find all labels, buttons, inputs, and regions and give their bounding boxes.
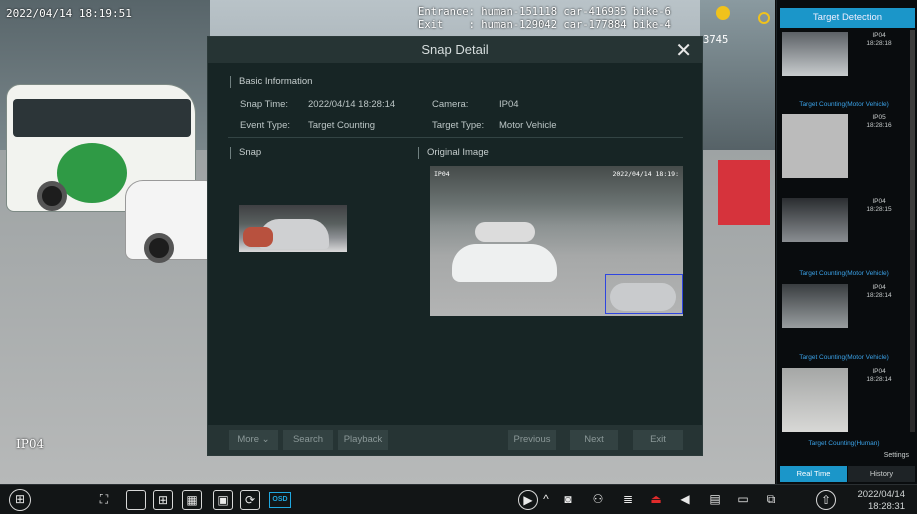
basic-info-heading: Basic Information xyxy=(230,76,312,88)
upload-icon[interactable]: ⇧ xyxy=(816,490,836,510)
list-icon[interactable]: ≣ xyxy=(618,490,638,510)
start-menu-icon[interactable]: ⊞ xyxy=(9,489,31,511)
previous-button[interactable]: Previous xyxy=(508,430,556,450)
play-icon[interactable]: ▶ xyxy=(518,490,538,510)
search-button[interactable]: Search xyxy=(283,430,333,450)
camera-record-icon[interactable]: ◙ xyxy=(558,490,578,510)
chevron-down-icon: ⌄ xyxy=(261,434,270,445)
megaphone-icon[interactable]: ◀ xyxy=(675,490,695,510)
snap-time-label: Snap Time: xyxy=(240,99,289,110)
snap-time-value: 2022/04/14 18:28:14 xyxy=(308,99,396,110)
target-type-label: Target Type: xyxy=(432,120,485,131)
target-type-value: Motor Vehicle xyxy=(499,120,557,131)
dialog-title: Snap Detail xyxy=(421,42,489,57)
snap-meta: IP04 18:28:15 xyxy=(866,198,892,213)
four-screen-icon[interactable]: ⊞ xyxy=(153,490,173,510)
scrollbar[interactable] xyxy=(910,30,915,432)
target-detection-panel: Target Detection IP04 18:28:18 Target Cou… xyxy=(776,0,917,484)
exit-button[interactable]: Exit xyxy=(633,430,683,450)
snap-thumbnail xyxy=(782,32,848,76)
camera-value: IP04 xyxy=(499,99,519,110)
snap-caption: Target Counting(Motor Vehicle) xyxy=(799,354,889,361)
camera-name: IP04 xyxy=(16,437,45,451)
nine-screen-icon[interactable]: ▦ xyxy=(182,490,202,510)
snap-card[interactable]: IP04 18:28:18 Target Counting(Motor Vehic… xyxy=(780,30,908,110)
fullscreen-icon[interactable]: ⛶ xyxy=(94,490,114,510)
feed-timestamp: 2022/04/14 18:19:51 xyxy=(6,7,132,20)
osd-button[interactable]: OSD xyxy=(269,492,291,508)
counting-overlay: Entrance: human-151118 car-416935 bike-6… xyxy=(418,6,671,32)
snap-meta: IP04 18:28:14 xyxy=(866,368,892,383)
car xyxy=(475,222,535,242)
snap-card[interactable]: IP05 18:28:16 xyxy=(780,112,908,192)
snap-heading: Snap xyxy=(230,147,261,159)
target-bounding-box xyxy=(605,274,683,314)
custom-layout-icon[interactable]: ▣ xyxy=(213,490,233,510)
white-car xyxy=(452,244,557,282)
snap-card[interactable]: IP04 18:28:15 Target Counting(Motor Vehic… xyxy=(780,196,908,280)
single-screen-icon[interactable] xyxy=(126,490,146,510)
bottom-toolbar: ⊞ ⛶ ⊞ ▦ ▣ ⟳ OSD ▶ ^ ◙ ⚇ ≣ ⏏ ◀ ▤ ▭ ⧉ ⇧ 20… xyxy=(0,484,917,514)
monitor-icon[interactable]: ▭ xyxy=(733,490,753,510)
snap-thumbnail xyxy=(782,368,848,432)
more-button[interactable]: More ⌄ xyxy=(229,430,278,450)
sequence-icon[interactable]: ⟳ xyxy=(240,490,260,510)
target-icon xyxy=(758,12,770,24)
event-type-label: Event Type: xyxy=(240,120,290,131)
original-camera-overlay: IP04 xyxy=(434,170,450,178)
person-icon[interactable]: ⚇ xyxy=(588,490,608,510)
close-icon[interactable]: ✕ xyxy=(675,38,692,63)
snap-caption: Target Counting(Motor Vehicle) xyxy=(799,101,889,108)
snap-card[interactable]: IP04 18:28:14 Target Counting(Motor Vehic… xyxy=(780,282,908,364)
clock-time: 18:28:31 xyxy=(868,501,905,512)
storage-icon[interactable]: ▤ xyxy=(705,490,725,510)
settings-link[interactable]: Settings xyxy=(884,452,909,459)
white-suv xyxy=(125,180,215,263)
dialog-header: Snap Detail ✕ xyxy=(208,37,702,63)
panel-title: Target Detection xyxy=(780,8,915,28)
divider xyxy=(228,137,683,138)
next-button[interactable]: Next xyxy=(570,430,618,450)
camera-label: Camera: xyxy=(432,99,469,110)
snap-thumbnail xyxy=(782,198,848,242)
red-booth xyxy=(718,160,770,225)
exit-count: Exit : human-129042 car-177884 bike-4 xyxy=(418,19,671,31)
original-image-heading: Original Image xyxy=(418,147,489,159)
count-extra: 3745 xyxy=(703,34,729,46)
dialog-footer: More ⌄ Search Playback Previous Next Exi… xyxy=(208,425,702,455)
chevron-up-icon[interactable]: ^ xyxy=(540,490,552,510)
panel-tabs: Real Time History xyxy=(780,466,915,482)
entrance-count: Entrance: human-151118 car-416935 bike-6 xyxy=(418,6,671,18)
more-label: More xyxy=(237,434,260,445)
event-type-value: Target Counting xyxy=(308,120,376,131)
snap-card[interactable]: IP04 18:28:14 Target Counting(Human) xyxy=(780,366,908,448)
playback-button[interactable]: Playback xyxy=(338,430,388,450)
snap-detail-dialog: Snap Detail ✕ Basic Information Snap Tim… xyxy=(207,36,703,456)
snap-meta: IP04 18:28:18 xyxy=(866,32,892,47)
snap-caption: Target Counting(Motor Vehicle) xyxy=(799,270,889,277)
system-clock: 2022/04/14 18:28:31 xyxy=(857,489,905,513)
clock-date: 2022/04/14 xyxy=(857,489,905,500)
snap-meta: IP05 18:28:16 xyxy=(866,114,892,129)
face-thumbnail xyxy=(782,114,848,178)
network-icon[interactable]: ⧉ xyxy=(761,490,781,510)
running-person-icon xyxy=(716,6,730,20)
snap-caption: Target Counting(Human) xyxy=(808,440,880,447)
alarm-icon[interactable]: ⏏ xyxy=(646,490,666,510)
original-image[interactable]: IP04 2022/04/14 18:19: xyxy=(430,166,683,316)
tab-history[interactable]: History xyxy=(848,466,915,482)
tab-real-time[interactable]: Real Time xyxy=(780,466,847,482)
snap-thumbnail xyxy=(782,284,848,328)
original-time-overlay: 2022/04/14 18:19: xyxy=(612,170,679,178)
snap-image[interactable] xyxy=(239,205,347,252)
snap-meta: IP04 18:28:14 xyxy=(866,284,892,299)
